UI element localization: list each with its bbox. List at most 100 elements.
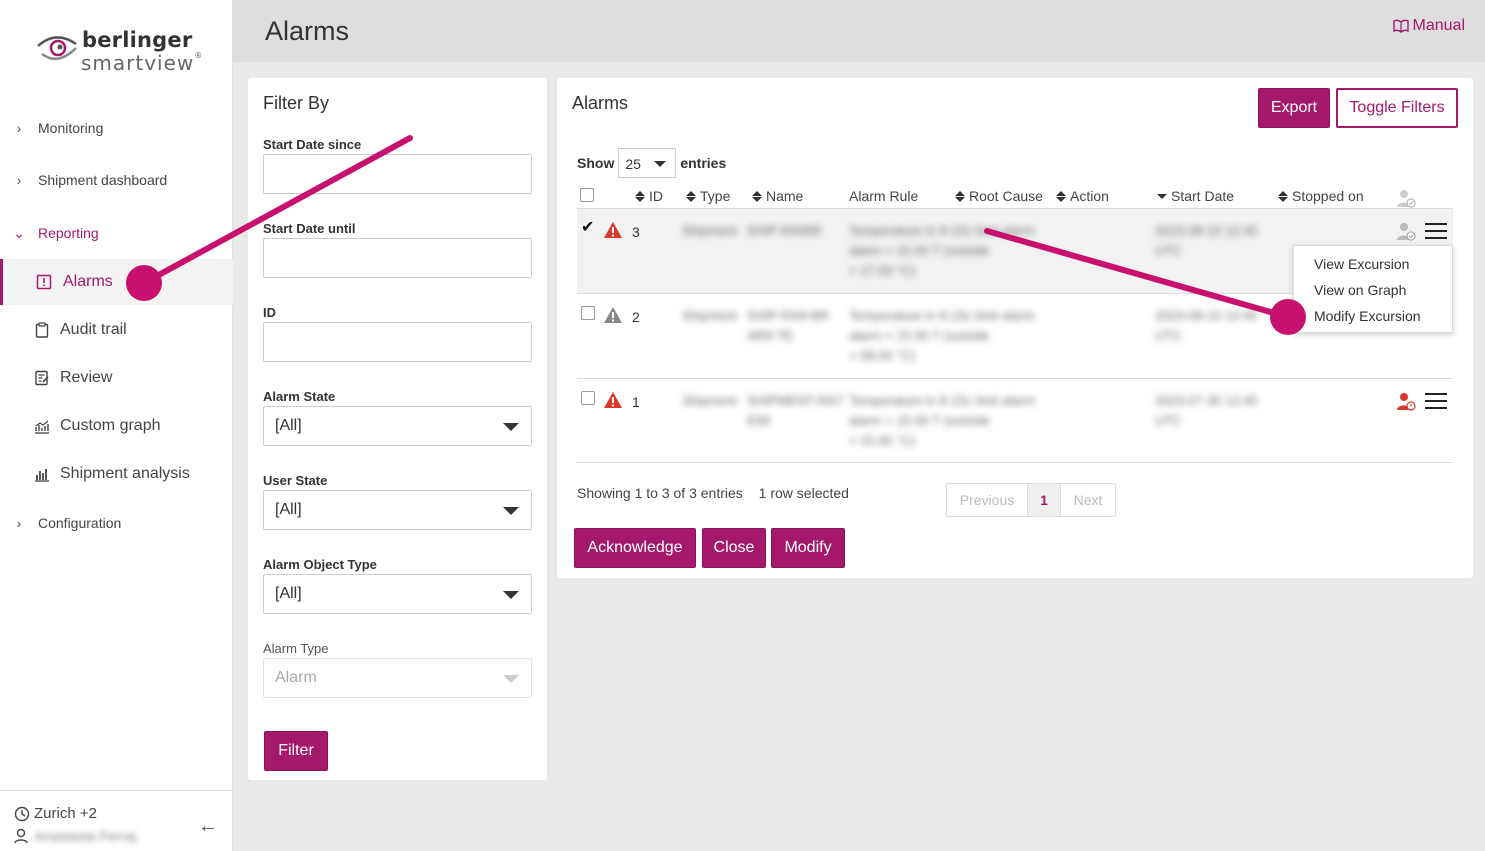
column-label: ID xyxy=(649,188,663,204)
sidebar-group-label: Reporting xyxy=(38,225,99,241)
row-rule: Temperature in 8-15c limit alarm xyxy=(849,223,1035,238)
menu-item-view-excursion[interactable]: View Excursion xyxy=(1314,256,1409,272)
row-rule: alarm > 15.00 T (outside xyxy=(849,243,990,258)
column-header-action[interactable]: Action xyxy=(1056,188,1109,204)
toggle-filters-button[interactable]: Toggle Filters xyxy=(1336,88,1458,128)
user-state-value: [All] xyxy=(275,501,302,518)
user-alert-icon[interactable] xyxy=(1395,391,1417,413)
entries-label: entries xyxy=(680,155,727,171)
caret-down-icon xyxy=(503,507,519,515)
alarm-state-select[interactable]: [All] xyxy=(263,406,532,446)
column-header-name[interactable]: Name xyxy=(752,188,803,204)
sidebar-group-label: Configuration xyxy=(38,515,122,531)
previous-page-button[interactable]: Previous xyxy=(947,484,1027,516)
sort-desc-icon xyxy=(1157,193,1167,199)
object-type-select[interactable]: [All] xyxy=(263,574,532,614)
select-all-checkbox[interactable] xyxy=(580,188,594,202)
manual-link[interactable]: Manual xyxy=(1392,17,1465,35)
sidebar-item-review[interactable]: Review xyxy=(0,355,233,401)
row-start-date: 2023-08-10 12:45 xyxy=(1155,223,1258,238)
sort-icon xyxy=(955,190,965,202)
check-icon[interactable]: ✔ xyxy=(581,217,594,237)
row-start-date: UTC xyxy=(1155,413,1182,428)
alarm-icon xyxy=(3,274,63,290)
row-checkbox[interactable] xyxy=(581,306,595,320)
row-start-date: 2023-08-10 12:45 xyxy=(1155,308,1258,323)
sidebar-group-configuration[interactable]: › Configuration xyxy=(0,508,233,538)
clock-icon xyxy=(14,806,30,821)
row-name: SHIP-RA995 xyxy=(747,223,822,238)
table-row[interactable]: 1 Shipment SHIPMENT-RA7 E99 Temperature … xyxy=(577,378,1453,463)
page-1-button[interactable]: 1 xyxy=(1027,484,1061,516)
acknowledge-button[interactable]: Acknowledge xyxy=(574,528,696,568)
user-profile[interactable]: Anastasia Ferraj xyxy=(14,828,136,844)
user-icon xyxy=(14,828,28,844)
caret-down-icon xyxy=(503,423,519,431)
row-start-date: UTC xyxy=(1155,328,1182,343)
row-name: E99 xyxy=(747,413,771,428)
row-checkbox[interactable] xyxy=(581,391,595,405)
modify-button[interactable]: Modify xyxy=(771,528,845,568)
sidebar-item-label: Shipment analysis xyxy=(60,465,190,482)
timezone-label: Zurich +2 xyxy=(34,805,97,822)
column-label: Root Cause xyxy=(969,188,1043,204)
collapse-sidebar-icon[interactable]: ← xyxy=(198,815,218,838)
row-rule: > 17.00 °C) xyxy=(849,263,916,278)
sidebar-group-reporting[interactable]: ⌄ Reporting xyxy=(0,218,233,248)
column-header-id[interactable]: ID xyxy=(635,188,663,204)
id-label: ID xyxy=(263,305,276,320)
column-header-alarm-rule: Alarm Rule xyxy=(849,188,918,204)
sort-icon xyxy=(686,190,696,202)
sidebar-item-shipment-analysis[interactable]: Shipment analysis xyxy=(0,451,233,497)
object-type-value: [All] xyxy=(275,585,302,602)
column-header-root-cause[interactable]: Root Cause xyxy=(955,188,1043,204)
start-since-label: Start Date since xyxy=(263,137,362,152)
timezone[interactable]: Zurich +2 xyxy=(14,805,97,822)
sidebar-item-label: Review xyxy=(60,369,113,386)
sort-icon xyxy=(635,190,645,202)
column-header-start-date[interactable]: Start Date xyxy=(1157,188,1234,204)
row-name: SHIPMENT-RA7 xyxy=(747,393,844,408)
topbar: Alarms Manual xyxy=(233,0,1485,62)
sidebar-group-shipment-dashboard[interactable]: › Shipment dashboard xyxy=(0,165,233,195)
logo-text-secondary: smartview® xyxy=(81,51,204,75)
filter-button[interactable]: Filter xyxy=(264,731,328,771)
filter-panel: Filter By Start Date since Start Date un… xyxy=(248,78,547,780)
sidebar-item-label: Audit trail xyxy=(60,321,127,338)
user-acknowledge-icon[interactable] xyxy=(1395,221,1417,243)
sidebar: berlinger smartview® › Monitoring › Ship… xyxy=(0,0,233,851)
row-start-date: 2023-07-30 12:45 xyxy=(1155,393,1258,408)
column-label: Type xyxy=(700,188,731,204)
hamburger-menu-icon[interactable] xyxy=(1425,393,1447,414)
sidebar-item-custom-graph[interactable]: Custom graph xyxy=(0,403,233,449)
sidebar-item-audit-trail[interactable]: Audit trail xyxy=(0,307,233,353)
page-length-select[interactable]: 25 xyxy=(618,148,677,178)
start-since-input[interactable] xyxy=(263,154,532,194)
start-until-input[interactable] xyxy=(263,238,532,278)
page-length-control: Show 25 entries xyxy=(577,148,726,178)
id-input[interactable] xyxy=(263,322,532,362)
selection-info: 1 row selected xyxy=(758,485,849,501)
row-type: Shipment xyxy=(682,223,737,238)
hamburger-menu-icon[interactable] xyxy=(1425,223,1447,244)
sidebar-item-label: Alarms xyxy=(63,273,113,290)
menu-item-modify-excursion[interactable]: Modify Excursion xyxy=(1314,308,1421,324)
entries-info: Showing 1 to 3 of 3 entries xyxy=(577,485,743,501)
row-type: Shipment xyxy=(682,393,737,408)
next-page-button[interactable]: Next xyxy=(1061,484,1115,516)
alarm-type-label: Alarm Type xyxy=(263,641,329,656)
menu-item-view-on-graph[interactable]: View on Graph xyxy=(1314,282,1406,298)
berlinger-eye-icon xyxy=(37,36,77,61)
row-context-menu: View Excursion View on Graph Modify Excu… xyxy=(1293,245,1453,333)
sort-icon xyxy=(752,190,762,202)
row-rule: alarm > 15.00 T (outside xyxy=(849,328,990,343)
sidebar-item-alarms[interactable]: Alarms xyxy=(0,259,233,305)
column-header-type[interactable]: Type xyxy=(686,188,730,204)
close-button[interactable]: Close xyxy=(702,528,766,568)
column-header-stopped-on[interactable]: Stopped on xyxy=(1278,188,1364,204)
sidebar-group-monitoring[interactable]: › Monitoring xyxy=(0,113,233,143)
row-type: Shipment xyxy=(682,308,737,323)
logo[interactable]: berlinger smartview® xyxy=(36,26,206,76)
user-state-select[interactable]: [All] xyxy=(263,490,532,530)
export-button[interactable]: Export xyxy=(1258,88,1330,128)
